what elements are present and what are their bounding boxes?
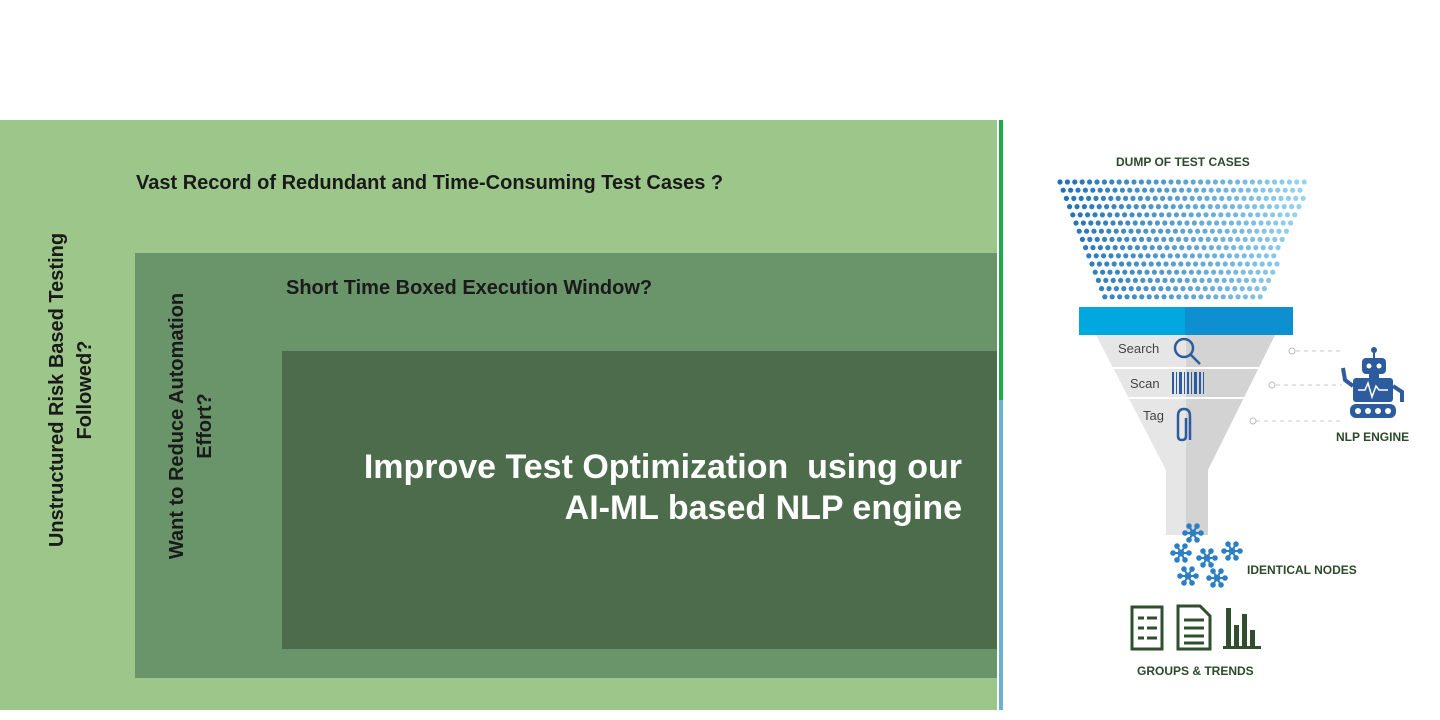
- middle-heading: Short Time Boxed Execution Window?: [286, 277, 653, 299]
- checklist-icon: [1130, 605, 1164, 651]
- barcode-icon: [1172, 372, 1204, 394]
- main-title: Improve Test Optimization using our AI-M…: [364, 447, 962, 529]
- identical-nodes-label: IDENTICAL NODES: [1247, 563, 1357, 577]
- outer-heading: Vast Record of Redundant and Time-Consum…: [136, 172, 724, 194]
- divider-blue: [999, 400, 1003, 710]
- bar-chart-icon: [1223, 608, 1261, 649]
- groups-trends-label: GROUPS & TRENDS: [1137, 664, 1254, 678]
- middle-vertical-label: Want to Reduce Automation Effort?: [166, 292, 216, 560]
- step-search-label: Search: [1118, 341, 1160, 356]
- divider-green: [999, 120, 1003, 400]
- step-tag-label: Tag: [1143, 408, 1164, 423]
- funnel-rim-left: [1079, 307, 1185, 335]
- main-title-line2: AI-ML based NLP engine: [564, 489, 962, 527]
- outer-vertical-label: Unstructured Risk Based Testing Followed…: [46, 232, 96, 548]
- robot-icon: [1341, 347, 1404, 418]
- funnel-diagram: DUMP OF TEST CASES Search Scan Tag NLP E…: [1040, 140, 1440, 700]
- funnel-rim-right: [1185, 307, 1293, 335]
- step-scan-label: Scan: [1130, 376, 1160, 391]
- test-case-dots: [1057, 179, 1307, 300]
- funnel-shade: [1186, 335, 1275, 535]
- document-icon: [1176, 604, 1212, 651]
- funnel-graphic: [1057, 179, 1404, 651]
- nlp-engine-label: NLP ENGINE: [1336, 430, 1410, 444]
- main-title-line1: Improve Test Optimization using our: [363, 448, 962, 486]
